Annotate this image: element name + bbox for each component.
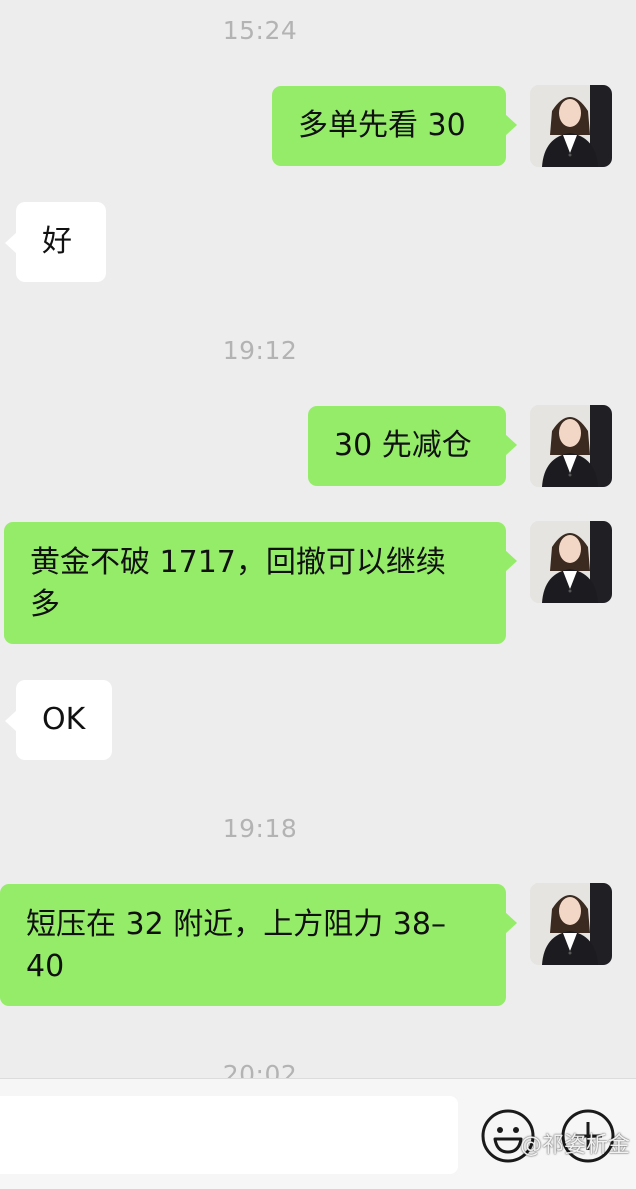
message-text: 30 先减仓 — [334, 428, 472, 463]
avatar[interactable] — [530, 521, 612, 603]
message-bubble-sent[interactable]: 黄金不破 1717，回撤可以继续 多 — [4, 522, 517, 644]
avatar-portrait-icon — [530, 883, 612, 965]
message-text-line: 黄金不破 1717，回撤可以继续 — [30, 545, 446, 580]
message-text-line: 短压在 32 附近，上方阻力 38– — [26, 907, 446, 942]
message-text-line: 多 — [30, 587, 60, 622]
watermark: @祁姿析金 — [519, 1133, 630, 1158]
message-bubble-sent[interactable]: 多单先看 30 — [272, 86, 517, 166]
message-bubble-received[interactable]: OK — [5, 680, 112, 760]
chat-area[interactable]: 15:24 多单先看 30 好 19:12 30 先减仓 黄金不破 1717，回… — [0, 0, 636, 1078]
avatar[interactable] — [530, 883, 612, 965]
message-bubble-received[interactable]: 好 — [5, 202, 106, 282]
message-text: 好 — [42, 224, 72, 259]
message-input[interactable] — [0, 1096, 458, 1174]
message-text-line: 40 — [26, 949, 65, 984]
timestamp: 15:24 — [222, 16, 298, 45]
timestamp: 19:12 — [222, 336, 298, 365]
avatar-portrait-icon — [530, 405, 612, 487]
timestamp: 20:02 — [222, 1060, 298, 1078]
message-bubble-sent[interactable]: 短压在 32 附近，上方阻力 38– 40 — [0, 884, 517, 1006]
avatar-portrait-icon — [530, 521, 612, 603]
avatar-portrait-icon — [530, 85, 612, 167]
message-text: 多单先看 30 — [298, 108, 466, 143]
avatar[interactable] — [530, 405, 612, 487]
message-bubble-sent[interactable]: 30 先减仓 — [308, 406, 517, 486]
timestamp: 19:18 — [222, 814, 298, 843]
message-text: OK — [42, 702, 86, 737]
avatar[interactable] — [530, 85, 612, 167]
